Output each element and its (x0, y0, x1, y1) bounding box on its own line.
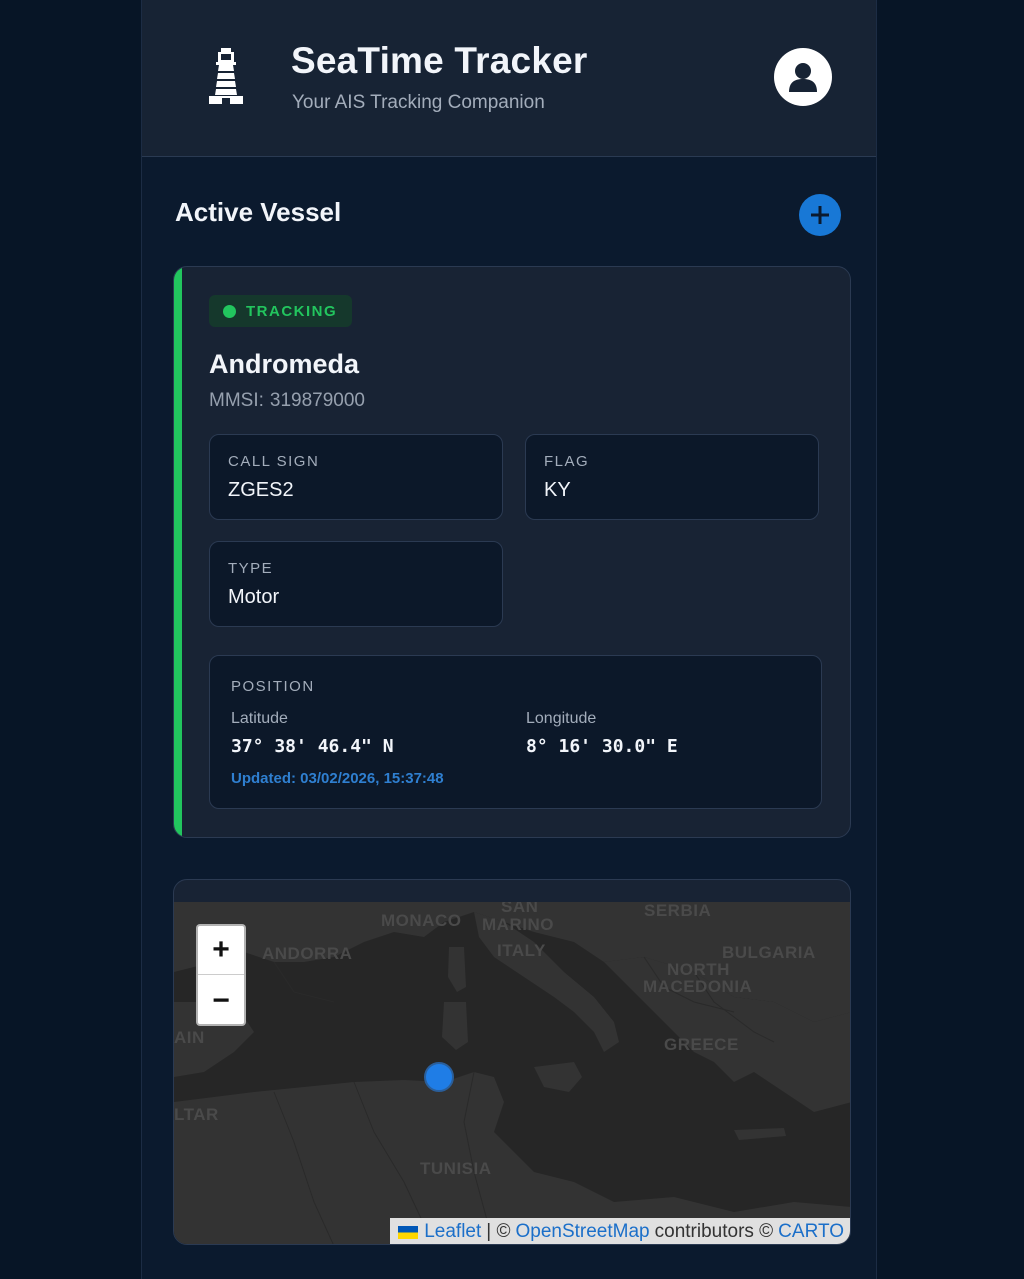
updated-timestamp: Updated: 03/02/2026, 15:37:48 (231, 770, 444, 787)
type-value: Motor (228, 586, 280, 608)
app-title: SeaTime Tracker (291, 40, 588, 81)
vessel-card[interactable]: TRACKING Andromeda MMSI: 319879000 CALL S… (173, 266, 851, 838)
longitude-label: Longitude (526, 710, 597, 727)
map-label-andorra: ANDORRA (262, 944, 353, 963)
status-accent-bar (174, 267, 182, 837)
latitude-label: Latitude (231, 710, 288, 727)
flag-value: KY (544, 479, 571, 501)
app-header: SeaTime Tracker Your AIS Tracking Compan… (142, 0, 876, 157)
call-sign-box: CALL SIGN ZGES2 (209, 434, 503, 520)
mmsi-value: 319879000 (269, 390, 365, 411)
map-attribution: Leaflet | © OpenStreetMap contributors ©… (390, 1218, 850, 1244)
map-card: MONACO SAN MARINO SERBIA ANDORRA ITALY B… (173, 879, 851, 1245)
call-sign-label: CALL SIGN (228, 453, 320, 470)
map-label-spain-partial: AIN (174, 1028, 205, 1047)
map-label-monaco: MONACO (381, 911, 462, 930)
map-label-macedonia: MACEDONIA (643, 977, 753, 996)
latitude-value: 37° 38' 46.4" N (231, 736, 394, 757)
map-label-italy: ITALY (497, 941, 546, 960)
flag-box: FLAG KY (525, 434, 819, 520)
add-vessel-button[interactable] (799, 194, 841, 236)
mmsi-label: MMSI: (209, 390, 264, 411)
vessel-name: Andromeda (209, 349, 360, 379)
leaflet-link[interactable]: Leaflet (424, 1221, 481, 1243)
map-label-gibraltar-partial: LTAR (174, 1105, 219, 1124)
attribution-separator: | © (486, 1221, 511, 1242)
flag-label: FLAG (544, 453, 590, 470)
map-label-serbia: SERBIA (644, 902, 712, 920)
map-label-greece: GREECE (664, 1035, 739, 1054)
plus-icon (811, 206, 829, 224)
map-label-san: SAN (501, 902, 539, 916)
user-avatar-button[interactable] (774, 48, 832, 106)
status-text: TRACKING (246, 302, 338, 320)
type-label: TYPE (228, 560, 274, 577)
map-view[interactable]: MONACO SAN MARINO SERBIA ANDORRA ITALY B… (174, 902, 850, 1244)
app-subtitle: Your AIS Tracking Companion (292, 92, 545, 113)
lighthouse-icon (209, 48, 243, 104)
map-label-tunisia: TUNISIA (420, 1159, 492, 1178)
zoom-in-button[interactable]: + (198, 926, 244, 975)
status-badge: TRACKING (209, 295, 352, 327)
map-label-bulgaria: BULGARIA (722, 943, 816, 962)
position-title: POSITION (231, 678, 315, 695)
call-sign-value: ZGES2 (228, 479, 294, 501)
carto-link[interactable]: CARTO (778, 1221, 844, 1243)
longitude-value: 8° 16' 30.0" E (526, 736, 678, 757)
osm-link[interactable]: OpenStreetMap (515, 1221, 649, 1243)
ukraine-flag-icon (398, 1225, 419, 1239)
section-title: Active Vessel (175, 197, 342, 227)
user-icon (789, 63, 817, 92)
map-label-north: NORTH (667, 960, 730, 979)
vessel-location-marker[interactable] (424, 1062, 454, 1092)
type-box: TYPE Motor (209, 541, 503, 627)
vessel-mmsi: MMSI: 319879000 (209, 390, 365, 412)
position-box: POSITION Latitude 37° 38' 46.4" N Longit… (209, 655, 822, 809)
zoom-out-button[interactable]: − (198, 976, 244, 1025)
attribution-contributors: contributors © (654, 1221, 774, 1242)
app-container: SeaTime Tracker Your AIS Tracking Compan… (141, 0, 877, 1279)
map-label-marino: MARINO (482, 915, 554, 934)
map-zoom-control: + − (196, 924, 246, 1026)
status-dot-icon (223, 304, 236, 318)
